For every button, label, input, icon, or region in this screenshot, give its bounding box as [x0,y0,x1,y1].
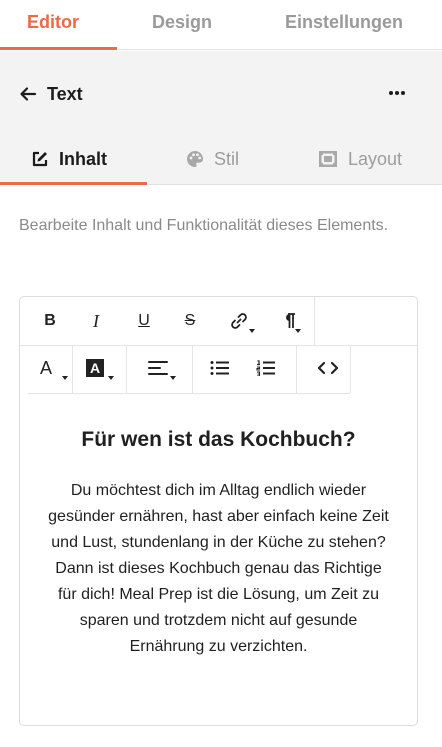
background-color-label: A [86,359,104,377]
font-color-label: A [40,357,53,378]
toolbar-divider [350,346,351,393]
layout-icon [319,151,337,167]
back-button[interactable]: Text [18,82,83,106]
edit-icon [32,151,48,167]
panel-title: Text [47,83,83,104]
element-description: Bearbeite Inhalt und Funktionalität dies… [19,217,389,234]
toolbar-row-formatting: B I U S [20,297,417,346]
tab-design[interactable]: Design [152,12,212,33]
subtab-style-label: Stil [214,148,240,169]
active-tab-indicator [0,47,117,50]
chevron-down-icon [249,329,255,333]
chevron-down-icon [295,329,301,333]
strikethrough-button[interactable]: S [180,309,200,333]
subtab-layout-label: Layout [348,148,403,169]
subtab-content-label: Inhalt [59,148,107,169]
chevron-down-icon [170,376,176,380]
bullet-list-icon [210,361,229,375]
bullet-list-button[interactable] [208,356,232,380]
align-button[interactable] [148,356,180,380]
toolbar-divider [314,297,315,346]
source-code-button[interactable] [314,356,342,380]
subtab-layout[interactable]: Layout [318,147,402,171]
element-header: Text Inhalt Stil Layout [0,51,442,185]
link-button[interactable] [225,309,255,333]
numbered-list-button[interactable] [254,356,278,380]
bold-button[interactable]: B [40,309,60,333]
content-heading[interactable]: Für wen ist das Kochbuch? [20,428,417,452]
palette-icon [187,151,204,167]
toolbar-divider [296,346,297,393]
code-icon [317,361,339,375]
link-icon [231,313,247,329]
toolbar-divider [72,346,73,393]
toolbar-divider [192,346,193,393]
arrow-left-icon [20,87,37,101]
toolbar-divider [126,346,127,393]
subtab-style[interactable]: Stil [186,147,239,171]
content-paragraph[interactable]: Du möchtest dich im Alltag endlich wiede… [46,478,391,660]
underline-button[interactable]: U [134,309,154,333]
paragraph-icon [286,313,295,328]
top-tab-bar: Editor Design Einstellungen [0,0,442,50]
tab-editor[interactable]: Editor [27,12,79,33]
content-divider [28,393,350,394]
active-subtab-indicator [0,182,147,185]
font-color-button[interactable]: A [40,356,68,380]
tab-settings[interactable]: Einstellungen [285,12,403,33]
rich-text-editor: B I U S A A Für wen ist das Kochbuch? Du… [19,296,418,726]
numbered-list-icon [256,360,275,376]
more-options-icon[interactable] [388,87,406,99]
chevron-down-icon [108,376,114,380]
align-left-icon [148,361,168,375]
italic-button[interactable]: I [86,309,106,333]
paragraph-button[interactable] [275,309,303,333]
chevron-down-icon [62,376,68,380]
background-color-button[interactable]: A [86,356,118,380]
subtab-content[interactable]: Inhalt [31,147,107,171]
toolbar-row-style: A A [20,346,417,393]
